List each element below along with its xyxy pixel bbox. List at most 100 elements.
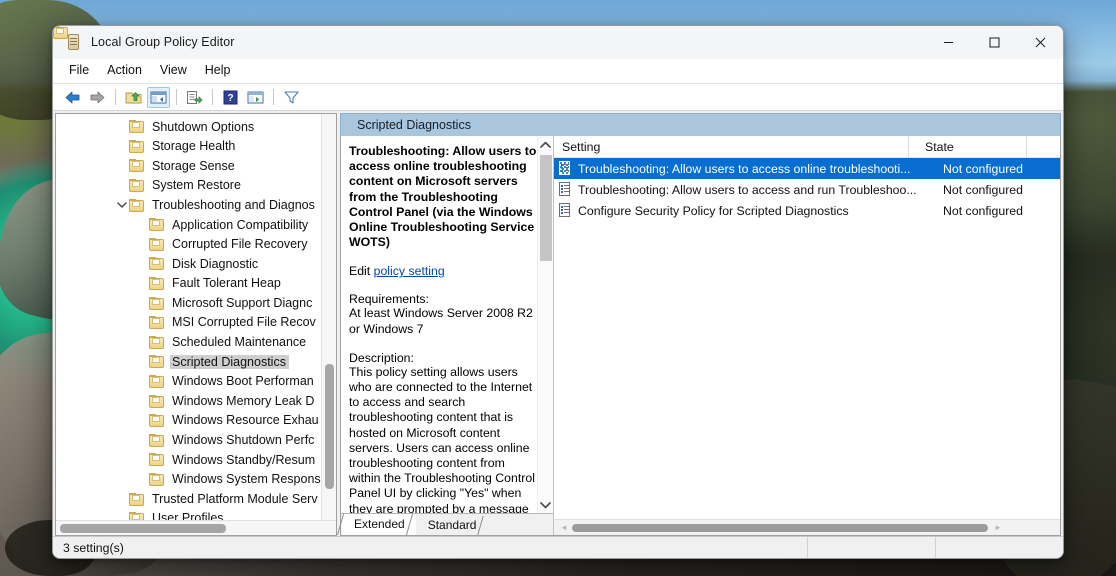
maximize-button[interactable]: [971, 26, 1017, 59]
tree-item-label: Windows Standby/Resum: [172, 452, 316, 467]
menu-bar: File Action View Help: [53, 59, 1063, 84]
svg-text:?: ?: [227, 93, 233, 104]
requirements-text: At least Windows Server 2008 R2 or Windo…: [349, 306, 533, 336]
export-list-button[interactable]: [183, 87, 206, 108]
console-tree-scroll-area: Shutdown Options Storage Health Storage Se…: [56, 114, 336, 520]
extended-pane-scroll-track[interactable]: [538, 153, 554, 496]
menu-view[interactable]: View: [151, 61, 196, 81]
show-hide-console-tree-icon: [150, 91, 167, 103]
description-label: Description:: [349, 350, 414, 365]
tree-item-corrupted-file-recovery[interactable]: Corrupted File Recovery: [56, 235, 336, 255]
tree-item-storage-sense[interactable]: Storage Sense: [56, 156, 336, 176]
folder-icon: [149, 296, 165, 310]
tab-extended-label: Extended: [354, 517, 405, 531]
tree-item-label: Scripted Diagnostics: [170, 354, 289, 370]
filter-button[interactable]: [280, 87, 303, 108]
toolbar: ?: [53, 84, 1063, 111]
table-row[interactable]: Troubleshooting: Allow users to access a…: [554, 179, 1060, 200]
console-tree-pane: Shutdown Options Storage Health Storage Se…: [55, 113, 337, 536]
tree-item-windows-standby-resum[interactable]: Windows Standby/Resum: [56, 450, 336, 470]
tree-item-label: System Restore: [152, 178, 241, 193]
tree-item-scheduled-maintenance[interactable]: Scheduled Maintenance: [56, 333, 336, 353]
help-button[interactable]: ?: [219, 87, 242, 108]
tree-vertical-scrollbar[interactable]: [321, 114, 336, 520]
forward-button[interactable]: [86, 87, 109, 108]
show-hide-console-tree-button[interactable]: [147, 86, 170, 108]
table-row[interactable]: Configure Security Policy for Scripted D…: [554, 200, 1060, 221]
policy-setting-link[interactable]: policy setting: [374, 264, 445, 278]
tree-item-label: Microsoft Support Diagnc: [172, 295, 313, 310]
extended-pane-scrollbar-thumb[interactable]: [539, 155, 552, 261]
menu-help[interactable]: Help: [196, 61, 240, 81]
help-icon: ?: [223, 90, 238, 104]
back-icon: [65, 91, 80, 103]
tab-extended[interactable]: Extended: [336, 514, 421, 535]
folder-icon: [149, 375, 165, 389]
setting-state: Not configured: [943, 161, 1023, 176]
tree-item-label: Corrupted File Recovery: [172, 237, 308, 252]
chevron-down-icon[interactable]: [114, 201, 129, 209]
folder-icon: [129, 512, 145, 520]
settings-list-scrollbar-thumb[interactable]: [572, 524, 988, 532]
tree-item-trusted-platform-module-serv[interactable]: Trusted Platform Module Serv: [56, 489, 336, 509]
tree-item-label: Troubleshooting and Diagnos: [152, 197, 315, 212]
tree-item-label: Storage Health: [152, 139, 236, 154]
back-button[interactable]: [61, 87, 84, 108]
status-text: 3 setting(s): [63, 540, 124, 555]
scroll-up-button[interactable]: [538, 136, 554, 153]
tree-item-windows-system-respons[interactable]: Windows System Respons: [56, 470, 336, 490]
tree-item-storage-health[interactable]: Storage Health: [56, 137, 336, 157]
tree-item-label: Trusted Platform Module Serv: [152, 491, 318, 506]
table-row[interactable]: Troubleshooting: Allow users to access o…: [554, 158, 1060, 179]
title-bar[interactable]: Local Group Policy Editor: [53, 26, 1063, 59]
tree-item-msi-corrupted-file-recov[interactable]: MSI Corrupted File Recov: [56, 313, 336, 333]
tree-vertical-scrollbar-thumb[interactable]: [325, 364, 334, 489]
tree-item-windows-shutdown-perfc[interactable]: Windows Shutdown Perfc: [56, 431, 336, 451]
scroll-right-button[interactable]: ►: [990, 520, 1006, 535]
tree-item-troubleshooting-and-diagnos[interactable]: Troubleshooting and Diagnos: [56, 195, 336, 215]
tree-item-scripted-diagnostics[interactable]: Scripted Diagnostics: [56, 352, 336, 372]
tree-item-label: User Profiles: [152, 511, 224, 520]
tree-item-system-restore[interactable]: System Restore: [56, 176, 336, 196]
tree-item-windows-boot-performan[interactable]: Windows Boot Performan: [56, 372, 336, 392]
view-tabs: Extended Standard: [336, 513, 553, 535]
folder-icon: [149, 218, 165, 232]
scroll-left-button[interactable]: ◄: [556, 520, 572, 535]
tab-standard[interactable]: Standard: [415, 516, 493, 535]
column-header-state[interactable]: State: [909, 135, 1027, 158]
properties-button[interactable]: [244, 87, 267, 108]
folder-icon: [149, 453, 165, 467]
tree-horizontal-scrollbar[interactable]: [56, 520, 336, 535]
scroll-down-button[interactable]: [538, 496, 554, 513]
folder-icon: [149, 414, 165, 428]
minimize-button[interactable]: [925, 26, 971, 59]
tree-item-microsoft-support-diagnc[interactable]: Microsoft Support Diagnc: [56, 293, 336, 313]
tree-item-windows-resource-exhau[interactable]: Windows Resource Exhau: [56, 411, 336, 431]
tree-horizontal-scrollbar-thumb[interactable]: [60, 524, 226, 533]
window-body: Shutdown Options Storage Health Storage Se…: [53, 26, 1063, 536]
tree-item-shutdown-options[interactable]: Shutdown Options: [56, 117, 336, 137]
toolbar-separator: [115, 89, 116, 105]
extended-pane-vertical-scrollbar[interactable]: [537, 136, 553, 513]
tree-item-windows-memory-leak-d[interactable]: Windows Memory Leak D: [56, 391, 336, 411]
column-header-setting[interactable]: Setting: [554, 135, 909, 158]
tree-item-disk-diagnostic[interactable]: Disk Diagnostic: [56, 254, 336, 274]
policy-document-icon: [66, 34, 82, 50]
status-cell-1: [807, 536, 935, 558]
setting-state: Not configured: [943, 203, 1023, 218]
edit-prefix-label: Edit: [349, 264, 374, 279]
tree-item-application-compatibility[interactable]: Application Compatibility: [56, 215, 336, 235]
results-content: Troubleshooting: Allow users to access o…: [336, 135, 1061, 536]
tree-item-label: Shutdown Options: [152, 119, 255, 134]
up-one-level-button[interactable]: [122, 87, 145, 108]
window-title: Local Group Policy Editor: [91, 35, 235, 49]
status-bar: 3 setting(s): [53, 536, 1063, 558]
tree-item-fault-tolerant-heap[interactable]: Fault Tolerant Heap: [56, 274, 336, 294]
close-button[interactable]: [1017, 26, 1063, 59]
folder-icon: [149, 394, 165, 408]
menu-file[interactable]: File: [60, 61, 98, 81]
settings-list-horizontal-scrollbar[interactable]: ◄ ►: [554, 519, 1060, 535]
menu-action[interactable]: Action: [98, 61, 151, 81]
tree-item-user-profiles[interactable]: User Profiles: [56, 509, 336, 520]
tree-item-label: Windows System Respons: [172, 472, 321, 487]
